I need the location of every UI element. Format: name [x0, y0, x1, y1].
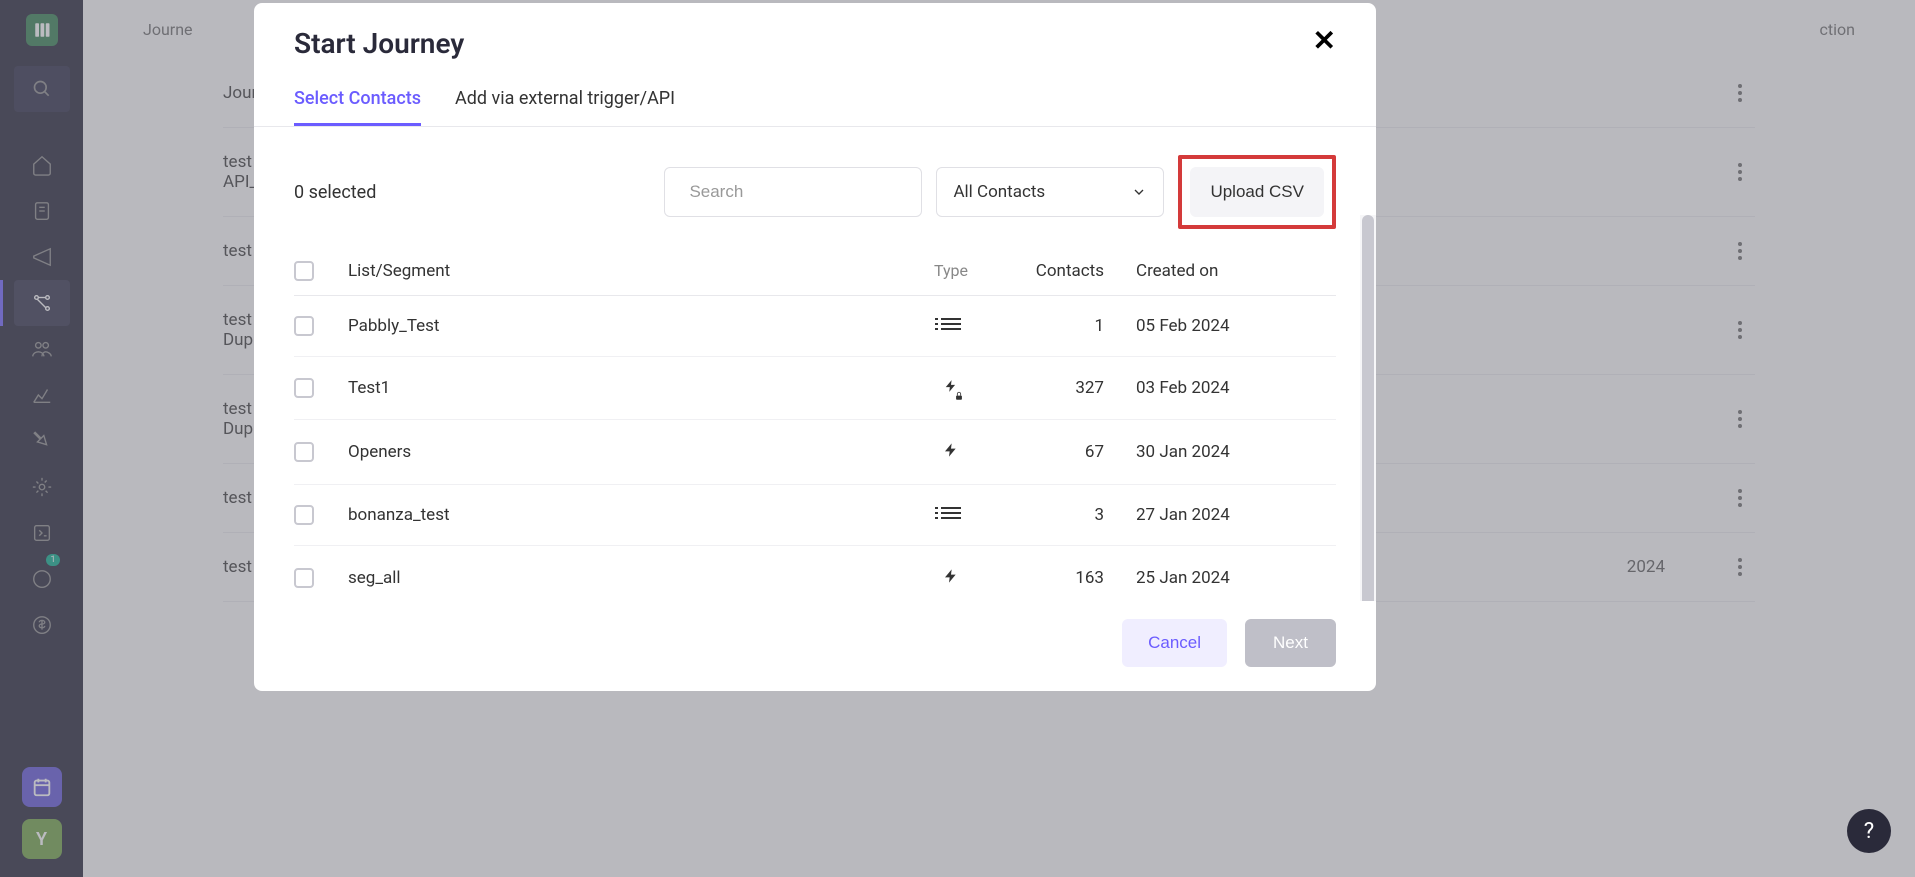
row-checkbox[interactable]	[294, 316, 314, 336]
table-row[interactable]: Test1 32703 Feb 2024	[294, 357, 1336, 420]
cancel-button[interactable]: Cancel	[1122, 619, 1227, 667]
row-name: bonanza_test	[348, 505, 896, 525]
close-icon[interactable]: ✕	[1313, 27, 1336, 55]
header-type: Type	[896, 261, 1006, 281]
modal-tabs: Select Contacts Add via external trigger…	[254, 70, 1376, 127]
row-created: 27 Jan 2024	[1136, 505, 1336, 525]
row-checkbox[interactable]	[294, 378, 314, 398]
upload-csv-highlight: Upload CSV	[1178, 155, 1336, 229]
tab-select-contacts[interactable]: Select Contacts	[294, 70, 421, 126]
list-icon	[941, 318, 961, 334]
table-row[interactable]: Pabbly_Test 105 Feb 2024	[294, 296, 1336, 357]
row-name: Test1	[348, 378, 896, 398]
tab-external-trigger[interactable]: Add via external trigger/API	[455, 70, 675, 126]
row-contacts: 1	[1006, 316, 1136, 336]
scrollbar-thumb[interactable]	[1362, 215, 1374, 601]
table-row[interactable]: Openers 6730 Jan 2024	[294, 420, 1336, 485]
table-row[interactable]: bonanza_test 327 Jan 2024	[294, 485, 1336, 546]
modal-scrollbar[interactable]	[1360, 215, 1376, 601]
table-header: List/Segment Type Contacts Created on	[294, 247, 1336, 296]
search-input[interactable]	[689, 182, 910, 202]
chevron-down-icon	[1131, 184, 1147, 200]
row-type	[896, 440, 1006, 464]
select-all-checkbox[interactable]	[294, 261, 314, 281]
upload-csv-button[interactable]: Upload CSV	[1190, 167, 1324, 217]
row-created: 25 Jan 2024	[1136, 568, 1336, 588]
modal-body: 0 selected All Contacts Upload CSV	[254, 127, 1376, 601]
contacts-table: List/Segment Type Contacts Created on Pa…	[294, 247, 1336, 601]
start-journey-modal: Start Journey ✕ Select Contacts Add via …	[254, 3, 1376, 691]
bolt-lock-icon	[944, 377, 958, 399]
row-created: 30 Jan 2024	[1136, 442, 1336, 462]
bolt-icon	[943, 440, 959, 464]
header-list-segment: List/Segment	[348, 261, 896, 281]
row-checkbox[interactable]	[294, 442, 314, 462]
filter-select[interactable]: All Contacts	[936, 167, 1164, 217]
row-type	[896, 377, 1006, 399]
header-contacts: Contacts	[1006, 261, 1136, 281]
modal-footer: Cancel Next	[254, 601, 1376, 691]
row-contacts: 67	[1006, 442, 1136, 462]
row-name: Openers	[348, 442, 896, 462]
next-button[interactable]: Next	[1245, 619, 1336, 667]
search-box[interactable]	[664, 167, 922, 217]
list-icon	[941, 507, 961, 523]
row-type	[896, 318, 1006, 334]
row-type	[896, 566, 1006, 590]
bolt-icon	[943, 566, 959, 590]
filter-label: All Contacts	[953, 182, 1045, 202]
row-type	[896, 507, 1006, 523]
selected-count: 0 selected	[294, 182, 376, 203]
help-button[interactable]: ?	[1847, 809, 1891, 853]
row-checkbox[interactable]	[294, 505, 314, 525]
row-contacts: 327	[1006, 378, 1136, 398]
row-contacts: 163	[1006, 568, 1136, 588]
header-created-on: Created on	[1136, 261, 1336, 281]
row-created: 03 Feb 2024	[1136, 378, 1336, 398]
table-row[interactable]: seg_all 16325 Jan 2024	[294, 546, 1336, 601]
row-contacts: 3	[1006, 505, 1136, 525]
row-name: seg_all	[348, 568, 896, 588]
modal-title: Start Journey	[294, 27, 464, 60]
row-checkbox[interactable]	[294, 568, 314, 588]
row-name: Pabbly_Test	[348, 316, 896, 336]
row-created: 05 Feb 2024	[1136, 316, 1336, 336]
